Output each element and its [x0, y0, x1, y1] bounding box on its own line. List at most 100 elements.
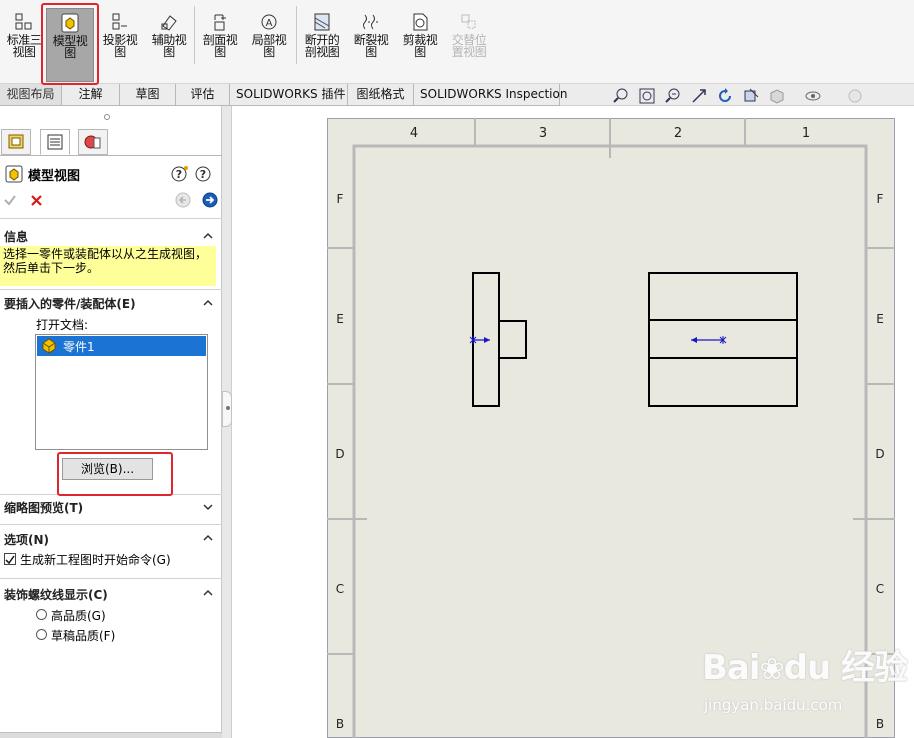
- property-manager-tab[interactable]: [40, 129, 70, 155]
- panel-title: 模型视图: [28, 169, 81, 184]
- section-icon[interactable]: [742, 87, 760, 105]
- detail-view-button[interactable]: A 局部视 图: [245, 8, 293, 82]
- tab-view-layout[interactable]: 视图布局: [0, 84, 62, 106]
- start-command-label: 生成新工程图时开始命令(G): [20, 553, 171, 567]
- chevron-up-icon[interactable]: [202, 533, 214, 543]
- section-divider: [0, 524, 222, 525]
- standard-3-view-button[interactable]: 标准三 视图: [0, 8, 48, 82]
- start-command-checkbox[interactable]: [4, 553, 16, 565]
- chevron-up-icon[interactable]: [202, 588, 214, 598]
- x-icon[interactable]: [30, 194, 43, 207]
- chevron-up-icon[interactable]: [202, 298, 214, 308]
- zone-column-label: 4: [410, 126, 418, 141]
- projected-view-button[interactable]: 投影视 图: [96, 8, 144, 82]
- high-quality-radio[interactable]: [36, 609, 47, 620]
- zone-row-label: C: [336, 582, 344, 596]
- break-view-icon: [363, 14, 378, 30]
- draft-quality-radio[interactable]: [36, 629, 47, 640]
- section-divider: [0, 218, 222, 219]
- list-item[interactable]: 零件1: [37, 336, 206, 356]
- zoom-to-fit-icon[interactable]: [612, 87, 630, 105]
- toolbar-separator: [194, 6, 195, 64]
- model-view-button[interactable]: 模型视 图: [46, 8, 94, 82]
- section-view-label: 剖面视 图: [202, 33, 238, 59]
- back-arrow-icon[interactable]: [175, 192, 191, 208]
- section-divider: [0, 578, 222, 579]
- zone-row-label: B: [876, 717, 884, 731]
- open-documents-list[interactable]: 零件1: [35, 334, 208, 450]
- high-quality-label: 高品质(G): [51, 609, 106, 623]
- zone-row-label: C: [876, 582, 884, 596]
- help-icon[interactable]: ?: [171, 165, 189, 183]
- feature-manager-tab[interactable]: [1, 129, 31, 155]
- panel-tab-divider: [0, 155, 222, 156]
- model-view-icon: [61, 13, 79, 33]
- info-section-header[interactable]: 信息: [4, 228, 28, 245]
- appearance-icon[interactable]: [846, 87, 864, 105]
- broken-out-section-button[interactable]: 断开的 剖视图: [298, 8, 346, 82]
- sheet-inner-border: [352, 144, 868, 738]
- options-section-header[interactable]: 选项(N): [4, 531, 49, 548]
- open-documents-label: 打开文档:: [36, 318, 89, 332]
- rotate-icon[interactable]: [716, 87, 734, 105]
- detail-view-icon: A: [261, 14, 277, 30]
- zone-row-label: B: [336, 717, 344, 731]
- sheet-graphics: 4 3 2 1 F E D C B F E D C B: [327, 118, 895, 738]
- draft-quality-label: 草稿品质(F): [51, 629, 116, 643]
- standard-3-view-label: 标准三 视图: [6, 33, 42, 59]
- crop-view-icon: [413, 13, 428, 31]
- break-view-label: 断裂视 图: [353, 33, 389, 59]
- toolbar-separator: [296, 6, 297, 64]
- auxiliary-view-icon: [161, 15, 177, 31]
- svg-text:?: ?: [176, 168, 182, 181]
- zone-row-label: D: [875, 447, 884, 461]
- section-view-icon: [214, 14, 226, 31]
- appearance-manager-tab[interactable]: [78, 129, 108, 155]
- panel-grip[interactable]: [104, 114, 110, 120]
- front-view-geometry[interactable]: [648, 272, 798, 407]
- side-view-geometry[interactable]: [469, 272, 527, 407]
- part-assembly-section-header[interactable]: 要插入的零件/装配体(E): [4, 295, 136, 312]
- next-arrow-icon[interactable]: [202, 192, 218, 208]
- thumbnail-preview-header[interactable]: 缩略图预览(T): [4, 499, 83, 516]
- zone-column-label: 1: [802, 126, 810, 141]
- tab-solidworks-addins[interactable]: SOLIDWORKS 插件: [230, 84, 348, 106]
- section-view-button[interactable]: 剖面视 图: [196, 8, 244, 82]
- select-icon[interactable]: [690, 87, 708, 105]
- cosmetic-thread-header[interactable]: 装饰螺纹线显示(C): [4, 586, 108, 603]
- zoom-previous-icon[interactable]: [664, 87, 682, 105]
- chevron-up-icon[interactable]: [202, 231, 214, 241]
- chevron-down-icon[interactable]: [202, 502, 214, 512]
- zoom-area-icon[interactable]: [638, 87, 656, 105]
- tab-annotation[interactable]: 注解: [62, 84, 120, 106]
- crop-view-label: 剪裁视 图: [402, 33, 438, 59]
- crop-view-button[interactable]: 剪裁视 图: [396, 8, 444, 82]
- tab-evaluate[interactable]: 评估: [176, 84, 230, 106]
- splitter-handle[interactable]: [222, 391, 232, 427]
- display-style-icon[interactable]: [768, 87, 786, 105]
- appearance-icon: [84, 135, 101, 149]
- model-view-label: 模型视 图: [52, 34, 88, 60]
- auxiliary-view-button[interactable]: 辅助视 图: [145, 8, 193, 82]
- zone-row-label: F: [337, 192, 344, 206]
- browse-button[interactable]: 浏览(B)...: [62, 458, 153, 480]
- tab-sketch[interactable]: 草图: [120, 84, 176, 106]
- tab-sheet-format[interactable]: 图纸格式: [348, 84, 414, 106]
- standard-3-view-icon: [15, 13, 32, 30]
- broken-out-section-label: 断开的 剖视图: [304, 33, 340, 59]
- hide-show-icon[interactable]: [804, 87, 822, 105]
- auxiliary-view-label: 辅助视 图: [151, 33, 187, 59]
- svg-text:?: ?: [200, 168, 206, 181]
- sheet-tab-strip: [0, 732, 222, 738]
- zone-row-label: E: [876, 312, 884, 326]
- solidworks-window: 标准三 视图 模型视 图 投影视 图 辅助视 图 剖面视 图 A 局部视 图 断…: [0, 0, 914, 738]
- broken-out-section-icon: [314, 13, 330, 31]
- section-divider: [0, 494, 222, 495]
- zone-row-label: E: [336, 312, 344, 326]
- checkmark-icon[interactable]: [3, 193, 17, 207]
- tab-solidworks-inspection[interactable]: SOLIDWORKS Inspection: [414, 84, 567, 106]
- break-view-button[interactable]: 断裂视 图: [347, 8, 395, 82]
- part-icon: [42, 338, 56, 354]
- alternate-position-view-button[interactable]: 交替位 置视图: [445, 8, 493, 82]
- question-icon[interactable]: ?: [194, 165, 212, 183]
